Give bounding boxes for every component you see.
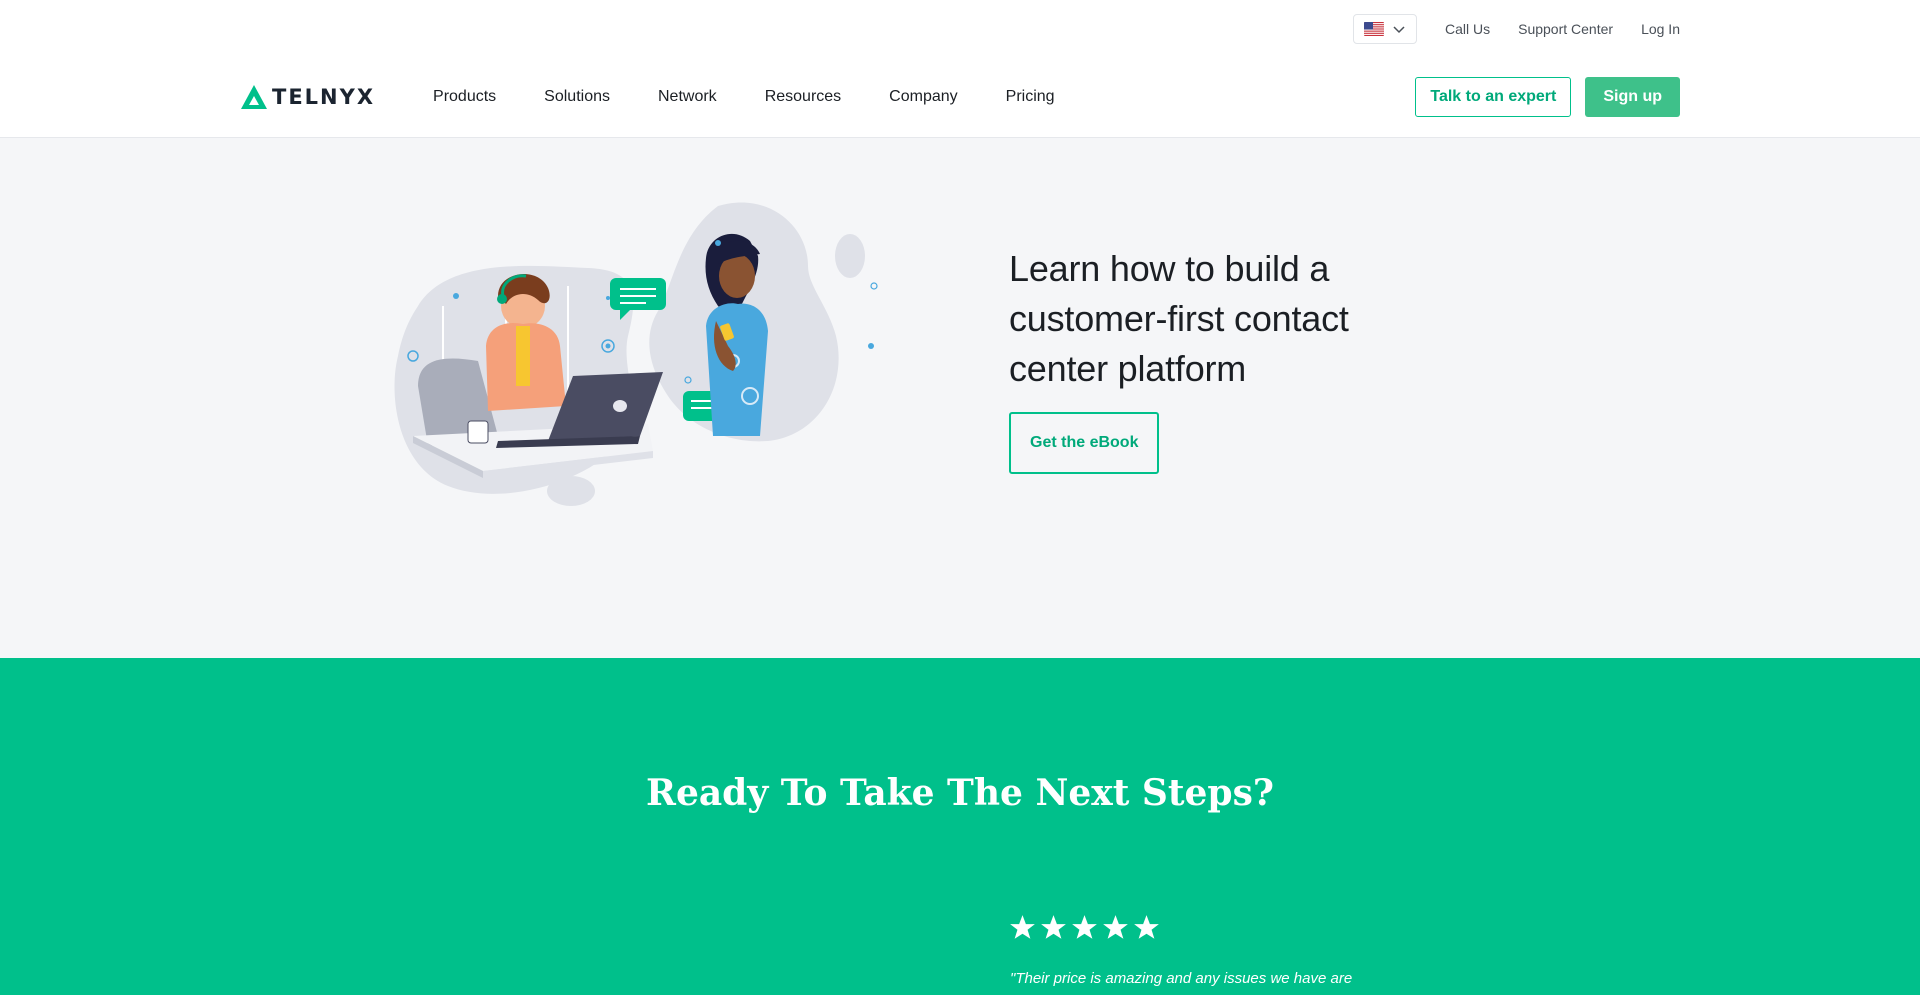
rating-stars (1009, 914, 1160, 941)
nav-solutions[interactable]: Solutions (544, 88, 610, 106)
star-icon (1040, 914, 1067, 941)
logo-wordmark: TELNYX (272, 85, 376, 109)
next-steps-title: Ready To Take The Next Steps? (646, 772, 1274, 814)
us-flag-icon (1363, 22, 1384, 36)
hero-title: Learn how to build a customer-first cont… (1009, 248, 1349, 389)
nav-company[interactable]: Company (889, 88, 957, 106)
language-selector[interactable] (1352, 14, 1417, 44)
utility-bar: Call Us Support Center Log In (1352, 14, 1680, 44)
sign-up-button[interactable]: Sign up (1585, 77, 1680, 117)
contact-center-illustration (388, 196, 898, 516)
telnyx-logo[interactable]: TELNYX (240, 84, 375, 110)
nav-resources[interactable]: Resources (765, 88, 841, 106)
site-header: Call Us Support Center Log In TELNYX Pro… (0, 0, 1920, 138)
nav-pricing[interactable]: Pricing (1006, 88, 1055, 106)
call-us-link[interactable]: Call Us (1445, 21, 1490, 37)
telnyx-logo-icon (240, 84, 268, 110)
nav-products[interactable]: Products (433, 88, 496, 106)
nav-network[interactable]: Network (658, 88, 717, 106)
nav-items: Products Solutions Network Resources Com… (433, 88, 1103, 106)
hero-content: Learn how to build a customer-first cont… (1009, 244, 1429, 474)
main-nav: TELNYX Products Solutions Network Resour… (240, 74, 1680, 120)
chevron-down-icon (1392, 22, 1406, 36)
star-icon (1133, 914, 1160, 941)
get-ebook-button[interactable]: Get the eBook (1009, 412, 1160, 474)
star-icon (1009, 914, 1036, 941)
log-in-link[interactable]: Log In (1641, 21, 1680, 37)
support-center-link[interactable]: Support Center (1518, 21, 1613, 37)
nav-actions: Talk to an expert Sign up (1415, 77, 1680, 117)
hero-section: Learn how to build a customer-first cont… (0, 138, 1920, 658)
talk-to-expert-button[interactable]: Talk to an expert (1415, 77, 1572, 117)
star-icon (1102, 914, 1129, 941)
testimonial-quote: "Their price is amazing and any issues w… (1010, 970, 1353, 987)
star-icon (1071, 914, 1098, 941)
next-steps-section: Ready To Take The Next Steps? "Their pri… (0, 658, 1920, 995)
